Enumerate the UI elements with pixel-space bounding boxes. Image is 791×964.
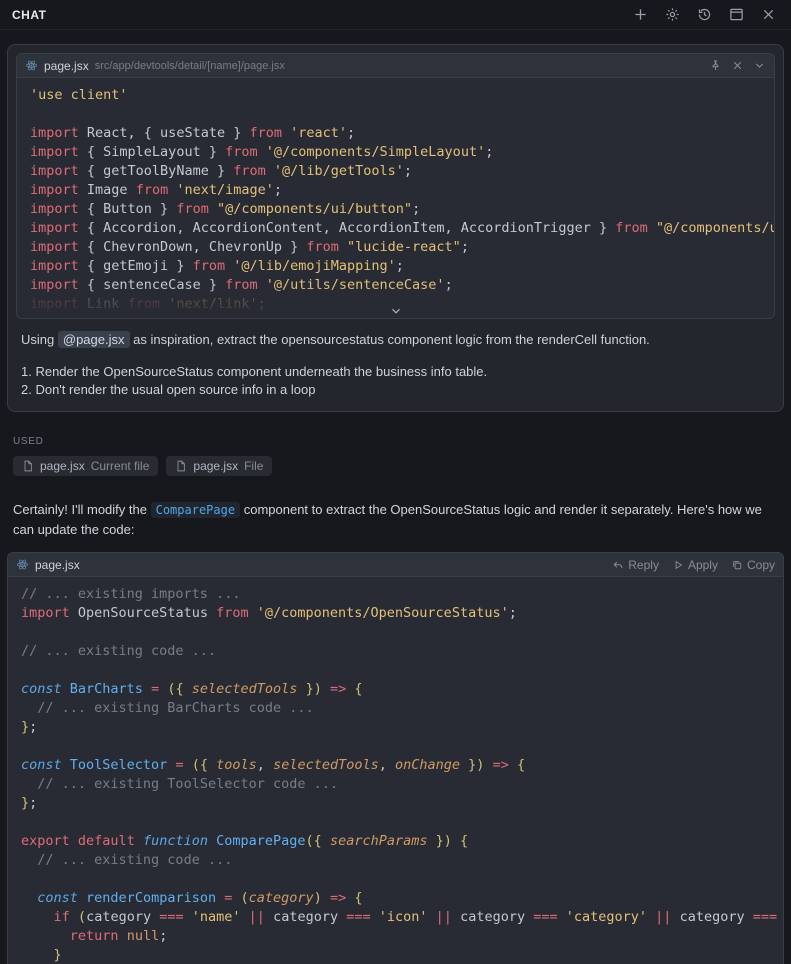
chip-file-name: page.jsx: [40, 459, 85, 473]
react-file-icon: [16, 558, 29, 571]
file-icon: [22, 460, 34, 472]
assistant-file-name: page.jsx: [35, 558, 80, 572]
assistant-code-body: // ... existing imports ...import OpenSo…: [8, 577, 783, 964]
close-chat-button[interactable]: [757, 4, 779, 26]
chip-file-type: File: [244, 459, 263, 473]
collapse-card-button[interactable]: [753, 59, 766, 72]
component-reference-link[interactable]: ComparePage: [151, 502, 240, 518]
used-chips: page.jsx Current file page.jsx File: [13, 456, 778, 476]
chevron-down-icon: [388, 304, 404, 318]
close-icon: [761, 7, 776, 22]
react-file-icon: [25, 59, 38, 72]
file-mention-chip[interactable]: @page.jsx: [58, 331, 130, 348]
chat-topbar: CHAT: [0, 0, 791, 30]
copy-button[interactable]: Copy: [731, 558, 775, 572]
user-message-line: Using @page.jsx as inspiration, extract …: [21, 331, 770, 349]
used-chip-current-file[interactable]: page.jsx Current file: [13, 456, 158, 476]
chip-file-type: Current file: [91, 459, 150, 473]
gear-icon: [665, 7, 680, 22]
reply-icon: [612, 559, 624, 571]
history-button[interactable]: [693, 4, 715, 26]
attached-code-actions: [709, 59, 766, 72]
assistant-message-text: Certainly! I'll modify the ComparePage c…: [13, 500, 778, 539]
chevron-down-icon: [753, 59, 766, 72]
settings-button[interactable]: [661, 4, 683, 26]
assistant-code-actions: Reply Apply Copy: [612, 558, 775, 572]
attached-code-card: page.jsx src/app/devtools/detail/[name]/…: [16, 53, 775, 319]
attached-code-body: 'use client' import React, { useState } …: [17, 78, 774, 318]
user-message-list: 1. Render the OpenSourceStatus component…: [21, 363, 770, 399]
message-text-pre: Using: [21, 332, 54, 347]
assistant-code-card: page.jsx Reply Apply Copy // ... existin…: [7, 552, 784, 964]
close-icon: [731, 59, 744, 72]
assistant-code-header: page.jsx Reply Apply Copy: [8, 553, 783, 577]
expand-code-button[interactable]: [388, 304, 404, 318]
pin-button[interactable]: [709, 59, 722, 72]
list-item-2: 2. Don't render the usual open source in…: [21, 382, 315, 397]
reply-button[interactable]: Reply: [612, 558, 659, 572]
message-text-post: as inspiration, extract the opensourcest…: [133, 332, 650, 347]
apply-button[interactable]: Apply: [672, 558, 718, 572]
copy-icon: [731, 559, 743, 571]
assistant-code-lines: // ... existing imports ...import OpenSo…: [21, 585, 783, 964]
topbar-actions: [629, 4, 779, 26]
attached-file-path: src/app/devtools/detail/[name]/page.jsx: [95, 60, 703, 72]
used-chip-file[interactable]: page.jsx File: [166, 456, 272, 476]
chip-file-name: page.jsx: [193, 459, 238, 473]
open-editor-button[interactable]: [725, 4, 747, 26]
open-editor-icon: [729, 7, 744, 22]
pin-icon: [709, 59, 722, 72]
plus-icon: [633, 7, 648, 22]
user-message-panel: page.jsx src/app/devtools/detail/[name]/…: [7, 44, 784, 412]
remove-attachment-button[interactable]: [731, 59, 744, 72]
used-section-label: USED: [13, 436, 778, 447]
chat-title: CHAT: [12, 8, 46, 22]
list-item-1: 1. Render the OpenSourceStatus component…: [21, 364, 487, 379]
attached-file-name: page.jsx: [44, 59, 89, 73]
attached-code-lines: 'use client' import React, { useState } …: [30, 86, 774, 314]
assistant-text-pre: Certainly! I'll modify the: [13, 502, 147, 517]
user-message-text: Using @page.jsx as inspiration, extract …: [16, 319, 775, 399]
history-icon: [697, 7, 712, 22]
file-icon: [175, 460, 187, 472]
play-icon: [672, 559, 684, 571]
new-chat-button[interactable]: [629, 4, 651, 26]
attached-code-header: page.jsx src/app/devtools/detail/[name]/…: [17, 54, 774, 78]
